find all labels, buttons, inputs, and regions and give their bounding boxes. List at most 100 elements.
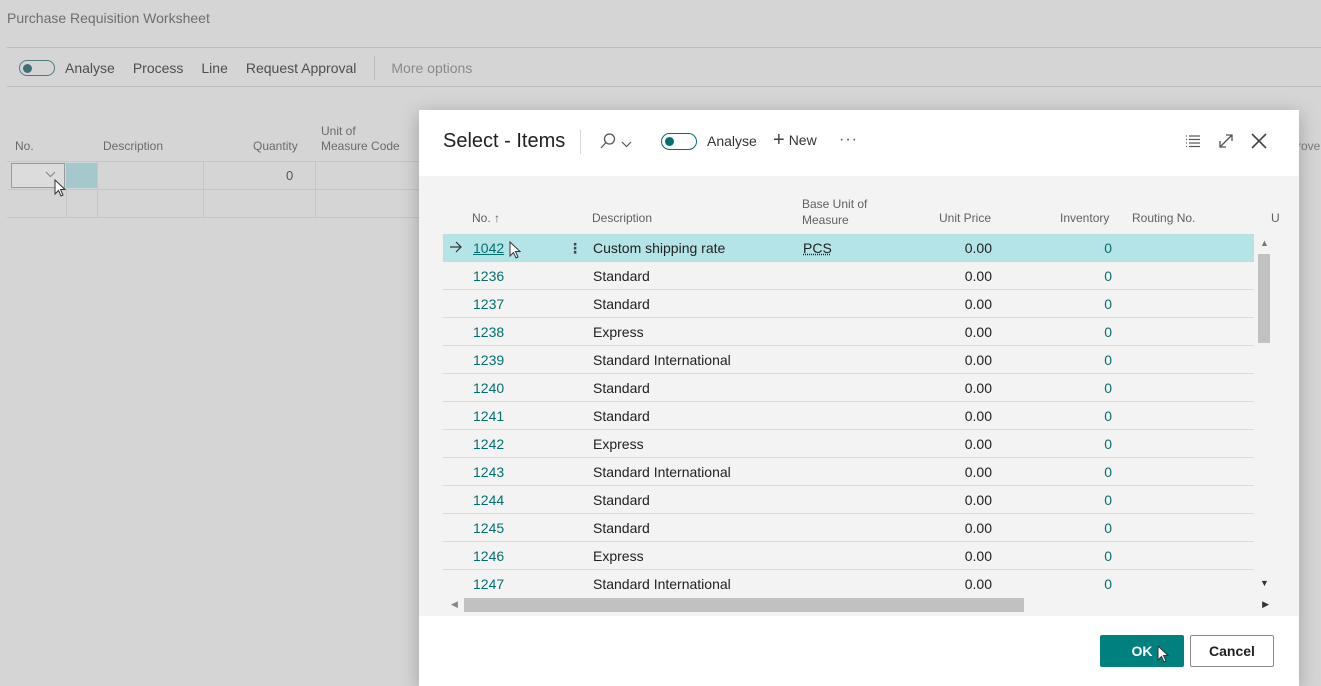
scroll-thumb[interactable] bbox=[464, 598, 1024, 612]
item-inventory[interactable]: 0 bbox=[1104, 492, 1112, 508]
item-inventory[interactable]: 0 bbox=[1104, 464, 1112, 480]
item-inventory[interactable]: 0 bbox=[1104, 296, 1112, 312]
scroll-up-icon[interactable]: ▲ bbox=[1260, 238, 1269, 248]
row-selector[interactable] bbox=[66, 163, 97, 188]
analyse-toggle[interactable] bbox=[19, 60, 55, 76]
column-header-description[interactable]: Description bbox=[592, 210, 652, 226]
more-actions-button[interactable]: ··· bbox=[839, 131, 858, 149]
horizontal-scrollbar[interactable]: ◀ ▶ bbox=[443, 596, 1275, 614]
table-row[interactable]: 1240 Standard 0.00 0 bbox=[443, 374, 1254, 402]
column-header-description[interactable]: Description bbox=[103, 139, 163, 154]
process-action[interactable]: Process bbox=[133, 60, 184, 76]
items-grid: No. ↑ Description Base Unit of Measure U… bbox=[443, 176, 1280, 616]
column-header-unit-price[interactable]: Unit Price bbox=[939, 210, 991, 226]
request-approval-action[interactable]: Request Approval bbox=[246, 60, 357, 76]
item-no-link[interactable]: 1245 bbox=[473, 520, 504, 536]
scroll-right-icon[interactable]: ▶ bbox=[1262, 599, 1269, 610]
item-inventory[interactable]: 0 bbox=[1104, 380, 1112, 396]
column-header-no[interactable]: No. bbox=[15, 139, 34, 154]
dialog-header: Select - Items Analyse + New ··· bbox=[419, 110, 1299, 176]
table-row[interactable]: 1237 Standard 0.00 0 bbox=[443, 290, 1254, 318]
column-header-quantity[interactable]: Quantity bbox=[253, 139, 298, 154]
column-header-routing-no[interactable]: Routing No. bbox=[1132, 210, 1195, 226]
table-row[interactable]: ⋮ 1042 Custom shipping rate PCS 0.00 0 bbox=[443, 234, 1254, 262]
list-view-icon[interactable] bbox=[1183, 131, 1203, 151]
scroll-left-icon[interactable]: ◀ bbox=[451, 599, 458, 610]
table-row[interactable]: 1242 Express 0.00 0 bbox=[443, 430, 1254, 458]
analyse-label[interactable]: Analyse bbox=[65, 60, 115, 76]
item-no-link[interactable]: 1240 bbox=[473, 380, 504, 396]
column-header-no[interactable]: No. ↑ bbox=[472, 210, 500, 226]
grid-line bbox=[7, 217, 422, 218]
column-header-inventory[interactable]: Inventory bbox=[1060, 210, 1109, 226]
divider bbox=[7, 47, 1321, 48]
row-menu-icon[interactable]: ⋮ bbox=[568, 240, 582, 257]
grid-line bbox=[97, 162, 98, 218]
column-header-line: Unit of bbox=[321, 124, 356, 138]
analyse-toggle[interactable] bbox=[661, 133, 697, 150]
item-no-link[interactable]: 1243 bbox=[473, 464, 504, 480]
item-description: Standard bbox=[593, 492, 650, 508]
toolbar-separator bbox=[374, 56, 376, 80]
grid-line bbox=[203, 162, 204, 218]
column-header-base-unit[interactable]: Base Unit of Measure bbox=[802, 196, 867, 228]
item-no-link[interactable]: 1239 bbox=[473, 352, 504, 368]
item-description: Custom shipping rate bbox=[593, 240, 726, 256]
cursor-icon bbox=[54, 179, 66, 197]
item-no-link[interactable]: 1247 bbox=[473, 576, 504, 592]
item-inventory[interactable]: 0 bbox=[1104, 352, 1112, 368]
new-button[interactable]: + New bbox=[773, 130, 817, 150]
divider bbox=[7, 86, 1321, 87]
scroll-down-icon[interactable]: ▼ bbox=[1260, 578, 1269, 588]
search-button[interactable] bbox=[599, 132, 632, 153]
column-header-truncated: U bbox=[1271, 211, 1280, 225]
item-no-link[interactable]: 1236 bbox=[473, 268, 504, 284]
table-row[interactable]: 1241 Standard 0.00 0 bbox=[443, 402, 1254, 430]
table-row[interactable]: 1246 Express 0.00 0 bbox=[443, 542, 1254, 570]
more-options-action[interactable]: More options bbox=[391, 60, 472, 76]
item-no-link[interactable]: 1241 bbox=[473, 408, 504, 424]
item-no-link[interactable]: 1238 bbox=[473, 324, 504, 340]
grid-line bbox=[7, 189, 422, 190]
dialog-body: No. ↑ Description Base Unit of Measure U… bbox=[419, 176, 1299, 616]
analyse-label[interactable]: Analyse bbox=[707, 133, 757, 149]
expand-icon[interactable] bbox=[1216, 131, 1236, 151]
table-row[interactable]: 1247 Standard International 0.00 0 bbox=[443, 570, 1254, 598]
grid-line bbox=[315, 162, 316, 218]
item-inventory[interactable]: 0 bbox=[1104, 324, 1112, 340]
item-description: Standard International bbox=[593, 576, 731, 592]
item-description: Standard bbox=[593, 408, 650, 424]
item-inventory[interactable]: 0 bbox=[1104, 548, 1112, 564]
item-inventory[interactable]: 0 bbox=[1104, 408, 1112, 424]
vertical-scrollbar[interactable]: ▲ ▼ bbox=[1254, 234, 1275, 592]
item-inventory[interactable]: 0 bbox=[1104, 576, 1112, 592]
item-inventory[interactable]: 0 bbox=[1104, 520, 1112, 536]
close-icon[interactable] bbox=[1249, 131, 1269, 151]
item-description: Standard bbox=[593, 268, 650, 284]
item-unit-price: 0.00 bbox=[964, 380, 992, 396]
item-description: Standard bbox=[593, 296, 650, 312]
line-action[interactable]: Line bbox=[201, 60, 227, 76]
cancel-button[interactable]: Cancel bbox=[1190, 635, 1274, 667]
item-inventory[interactable]: 0 bbox=[1104, 268, 1112, 284]
table-row[interactable]: 1243 Standard International 0.00 0 bbox=[443, 458, 1254, 486]
item-no-link[interactable]: 1237 bbox=[473, 296, 504, 312]
item-inventory[interactable]: 0 bbox=[1104, 436, 1112, 452]
ok-button[interactable]: OK bbox=[1100, 635, 1184, 667]
item-no-link[interactable]: 1244 bbox=[473, 492, 504, 508]
item-no-link[interactable]: 1042 bbox=[473, 240, 504, 256]
column-header-line: Measure bbox=[802, 213, 849, 227]
item-inventory[interactable]: 0 bbox=[1104, 240, 1112, 256]
scroll-thumb[interactable] bbox=[1258, 254, 1270, 343]
item-no-link[interactable]: 1246 bbox=[473, 548, 504, 564]
item-base-unit[interactable]: PCS bbox=[803, 240, 832, 256]
table-row[interactable]: 1239 Standard International 0.00 0 bbox=[443, 346, 1254, 374]
chevron-down-icon[interactable] bbox=[621, 135, 632, 151]
table-row[interactable]: 1245 Standard 0.00 0 bbox=[443, 514, 1254, 542]
search-icon[interactable] bbox=[599, 132, 617, 153]
table-row[interactable]: 1236 Standard 0.00 0 bbox=[443, 262, 1254, 290]
table-row[interactable]: 1244 Standard 0.00 0 bbox=[443, 486, 1254, 514]
table-row[interactable]: 1238 Express 0.00 0 bbox=[443, 318, 1254, 346]
column-header-unit-of-measure[interactable]: Unit of Measure Code bbox=[321, 124, 400, 154]
item-no-link[interactable]: 1242 bbox=[473, 436, 504, 452]
